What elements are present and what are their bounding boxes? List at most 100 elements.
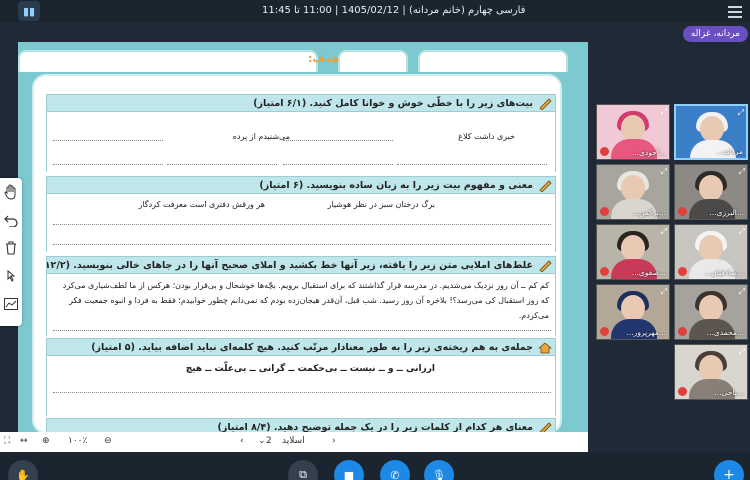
house-icon xyxy=(538,342,552,354)
pointer-icon[interactable] xyxy=(0,262,22,290)
section-title: معنای هر کدام از کلمات زیر را در یک جمله… xyxy=(46,418,556,432)
mic-muted-icon xyxy=(600,327,609,336)
zoom-out-icon[interactable]: ⊖ xyxy=(104,436,112,446)
user-badge[interactable]: مردانه، غزاله xyxy=(682,26,748,42)
prev-slide-icon[interactable]: ‹ xyxy=(240,436,244,446)
video-tile[interactable]: ⤢ ...مهرپرور... xyxy=(596,284,670,340)
microphone-button[interactable]: 🎙 xyxy=(424,460,454,480)
worksheet: بیت‌های زیر را با خطّی خوش و خوانا کامل … xyxy=(32,74,562,432)
chart-icon[interactable] xyxy=(0,290,22,318)
session-title: فارسی چهارم (خانم مردانه) | 1405/02/12 |… xyxy=(262,5,526,16)
meeting-controls: ✋ ⧉ ■ ✆ 🎙 + xyxy=(0,452,750,480)
menu-icon[interactable] xyxy=(728,3,742,18)
participant-name: ...صفوی... xyxy=(631,268,666,277)
phone-icon: ✆ xyxy=(390,468,400,480)
verse: خبری داشت کلاغ xyxy=(458,132,515,141)
video-tile[interactable]: ⤢ ...ناجی... xyxy=(674,344,748,400)
section-title: غلط‌های املایی متن زیر را یافته، زیر آنه… xyxy=(46,256,556,274)
expand-icon[interactable]: ⤢ xyxy=(738,108,744,118)
expand-icon[interactable]: ⤢ xyxy=(739,227,745,237)
mic-muted-icon xyxy=(678,267,687,276)
pencil-icon xyxy=(539,422,552,432)
answer-line[interactable] xyxy=(397,164,547,165)
verse: برگ درختان سبز در نظر هوشیار xyxy=(327,200,435,209)
zoom-level: ۱۰۰٪ xyxy=(68,436,88,446)
section-body: خبری داشت کلاغ می‌شنیدم از پرده xyxy=(46,112,556,172)
answer-line[interactable] xyxy=(53,164,163,165)
mic-muted-icon xyxy=(600,147,609,156)
video-tile[interactable]: ⤢ ...آجودی... xyxy=(596,104,670,160)
annotation-toolbar xyxy=(0,178,22,326)
hand-tool-icon[interactable] xyxy=(0,178,22,206)
expand-icon[interactable]: ⤢ xyxy=(661,227,667,237)
participant-name: ...آجودی... xyxy=(631,148,666,157)
answer-line[interactable] xyxy=(283,140,393,141)
expand-icon[interactable]: ⤢ xyxy=(661,167,667,177)
camera-button[interactable]: ■ xyxy=(334,460,364,480)
plus-icon: + xyxy=(723,467,735,480)
participant-name: ...ترکمن... xyxy=(631,208,666,217)
video-tile[interactable]: ⤢ ...صادقیان... xyxy=(674,224,748,280)
slide-dropdown-icon[interactable]: ⌄ xyxy=(258,436,266,446)
app-logo-icon: ▮▮ xyxy=(18,1,40,21)
undo-icon[interactable] xyxy=(0,206,22,234)
slide-tabs-decor xyxy=(18,42,588,72)
section-body: کم کم ــ آن روز نزدیک می‌شدیم. در مدرسه … xyxy=(46,274,556,336)
add-button[interactable]: + xyxy=(714,460,744,480)
answer-line[interactable] xyxy=(53,330,551,331)
mic-muted-icon xyxy=(678,387,687,396)
participant-name: ...البرزی... xyxy=(709,208,744,217)
hand-icon: ✋ xyxy=(16,468,30,480)
zoom-in-icon[interactable]: ⊕ xyxy=(42,436,50,446)
expand-icon[interactable]: ⤢ xyxy=(661,107,667,117)
next-slide-icon[interactable]: › xyxy=(332,436,336,446)
raise-hand-button[interactable]: ✋ xyxy=(8,460,38,480)
section-4: جمله‌ی به هم ریخته‌ی زیر را به طور معناد… xyxy=(46,338,556,416)
mic-muted-icon xyxy=(678,327,687,336)
answer-line[interactable] xyxy=(53,140,163,141)
participant-name: ...ناجی... xyxy=(714,388,744,397)
video-tile[interactable]: ⤢ ...محمدی... xyxy=(674,284,748,340)
video-tile[interactable]: ⤢ مردانه... xyxy=(674,104,748,160)
answer-line[interactable] xyxy=(53,392,551,393)
answer-line[interactable] xyxy=(53,224,551,225)
video-tile[interactable]: ⤢ ...البرزی... xyxy=(674,164,748,220)
mic-muted-icon xyxy=(600,267,609,276)
pencil-icon xyxy=(539,98,552,110)
participant-name: مردانه... xyxy=(716,147,743,156)
answer-line[interactable] xyxy=(283,164,393,165)
section-1: بیت‌های زیر را با خطّی خوش و خوانا کامل … xyxy=(46,94,556,172)
mic-muted-icon xyxy=(600,207,609,216)
trash-icon[interactable] xyxy=(0,234,22,262)
share-screen-icon: ⧉ xyxy=(299,468,307,480)
section-2: معنی و مفهوم بیت زیر را به زبان ساده بنو… xyxy=(46,176,556,252)
mic-muted-icon xyxy=(678,207,687,216)
section-title: جمله‌ی به هم ریخته‌ی زیر را به طور معناد… xyxy=(46,338,556,356)
section-body: برگ درختان سبز در نظر هوشیار هر ورقش دفت… xyxy=(46,194,556,252)
expand-icon[interactable]: ⤢ xyxy=(739,347,745,357)
section-5: معنای هر کدام از کلمات زیر را در یک جمله… xyxy=(46,418,556,432)
section-title: بیت‌های زیر را با خطّی خوش و خوانا کامل … xyxy=(46,94,556,112)
pencil-icon xyxy=(539,180,552,192)
slide-number[interactable]: 2 xyxy=(266,436,272,446)
fullscreen-icon[interactable]: ⛶ xyxy=(4,436,10,446)
top-bar: ▮▮ فارسی چهارم (خانم مردانه) | 1405/02/1… xyxy=(0,0,750,22)
paragraph: کم کم ــ آن روز نزدیک می‌شدیم. در مدرسه … xyxy=(62,281,549,320)
video-tile[interactable]: ⤢ ...صفوی... xyxy=(596,224,670,280)
phone-button[interactable]: ✆ xyxy=(380,460,410,480)
participant-name: ...محمدی... xyxy=(706,328,744,337)
answer-line[interactable] xyxy=(167,164,277,165)
camera-icon: ■ xyxy=(343,468,355,480)
fit-width-icon[interactable]: ↔ xyxy=(20,436,28,446)
scrambled-words: ارزانی ــ و ــ نیست ــ بی‌حکمت ــ گرانی … xyxy=(185,364,435,374)
expand-icon[interactable]: ⤢ xyxy=(661,287,667,297)
expand-icon[interactable]: ⤢ xyxy=(739,167,745,177)
expand-icon[interactable]: ⤢ xyxy=(739,287,745,297)
goal-label: هدف: xyxy=(308,52,340,65)
section-title: معنی و مفهوم بیت زیر را به زبان ساده بنو… xyxy=(46,176,556,194)
microphone-icon: 🎙 xyxy=(432,468,446,480)
video-tile[interactable]: ⤢ ...ترکمن... xyxy=(596,164,670,220)
share-screen-button[interactable]: ⧉ xyxy=(288,460,318,480)
answer-line[interactable] xyxy=(53,244,551,245)
verse: می‌شنیدم از پرده xyxy=(232,132,290,141)
